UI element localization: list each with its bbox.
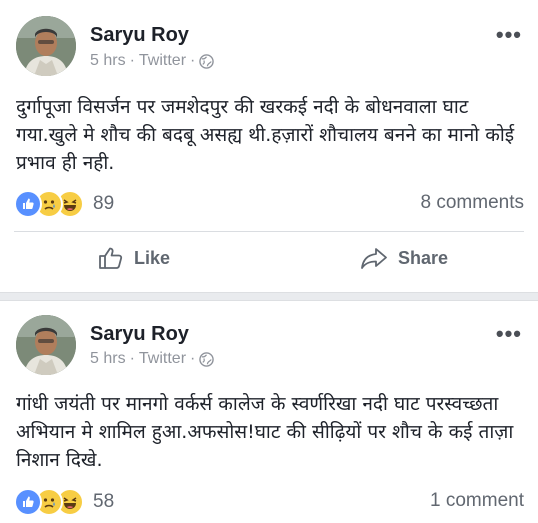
share-arrow-icon: [361, 248, 387, 269]
avatar[interactable]: [16, 315, 76, 375]
post-source: Twitter: [138, 350, 187, 367]
reaction-summary[interactable]: 89: [14, 190, 114, 218]
share-label: Share: [398, 247, 449, 268]
post-card: Saryu Roy 5 hrs · Twitter · ••• दुर्गापू…: [0, 0, 538, 292]
meta-dot: ·: [190, 52, 196, 69]
author-name[interactable]: Saryu Roy: [90, 24, 189, 47]
post-time[interactable]: 5 hrs: [90, 52, 126, 70]
meta-dot: ·: [129, 350, 135, 367]
author-name[interactable]: Saryu Roy: [90, 323, 189, 346]
post-text: दुर्गापूजा विसर्जन पर जमशेदपुर की खरकई न…: [16, 96, 515, 174]
post-separator: [0, 292, 538, 301]
meta-dot: ·: [129, 52, 135, 69]
post-card: Saryu Roy 5 hrs · Twitter · •••: [0, 301, 538, 523]
more-options-icon[interactable]: •••: [496, 321, 522, 347]
post-source: Twitter: [138, 52, 187, 69]
like-label: Like: [134, 247, 171, 268]
more-options-icon[interactable]: •••: [496, 22, 522, 48]
share-button[interactable]: Share: [360, 246, 448, 270]
avatar-photo: [16, 315, 76, 375]
comments-link[interactable]: 8 comments: [421, 192, 524, 214]
divider: [14, 231, 524, 232]
post-time[interactable]: 5 hrs: [90, 350, 126, 368]
thumbs-up-icon: [99, 247, 123, 269]
post-meta: 5 hrs · Twitter ·: [90, 52, 215, 70]
like-button[interactable]: Like: [98, 246, 170, 270]
globe-icon: [199, 53, 215, 69]
like-reaction-icon: [14, 190, 42, 218]
post-meta: 5 hrs · Twitter ·: [90, 350, 215, 368]
avatar[interactable]: [16, 16, 76, 76]
meta-dot: ·: [190, 350, 196, 367]
avatar-photo: [16, 16, 76, 76]
globe-icon: [199, 351, 215, 367]
reaction-count: 89: [93, 193, 115, 214]
